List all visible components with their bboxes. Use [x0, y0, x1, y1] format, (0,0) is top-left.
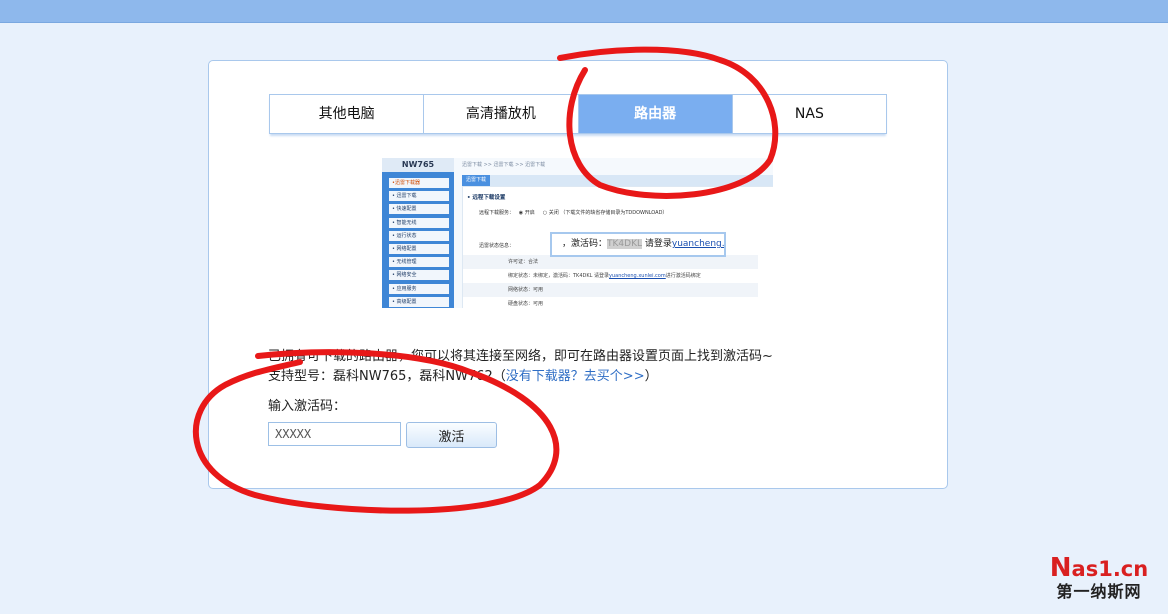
watermark-site-name: 第一纳斯网	[1056, 582, 1142, 601]
watermark-rest: as1.cn	[1071, 557, 1149, 581]
watermark-n: N	[1049, 553, 1072, 583]
red-annotation-marks	[192, 46, 779, 514]
watermark-domain: Nas1.cn	[1044, 555, 1154, 582]
red-circle-annotation-tab	[557, 46, 779, 199]
red-circle-annotation-input	[192, 349, 560, 514]
watermark-logo: Nas1.cn 第一纳斯网	[1044, 555, 1154, 602]
